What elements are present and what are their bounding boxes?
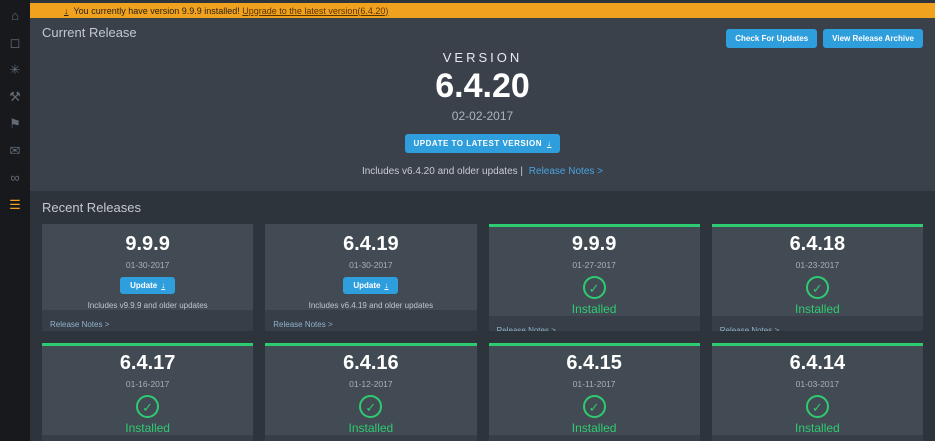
card-date: 01-03-2017 — [712, 379, 923, 389]
release-card: 6.4.16 01-12-2017 ✓ InstalledRelease Notes … — [265, 343, 476, 441]
card-footer: Release Notes > — [265, 435, 476, 441]
check-for-updates-button[interactable]: Check For Updates — [726, 29, 817, 48]
card-footer: Release Notes > — [712, 435, 923, 441]
installed-check-icon: ✓ — [806, 395, 829, 418]
header-buttons: Check For Updates View Release Archive — [726, 29, 923, 48]
card-version: 6.4.18 — [712, 233, 923, 256]
monitor-icon[interactable]: ◻ — [0, 36, 30, 50]
card-date: 01-30-2017 — [42, 260, 253, 270]
release-notes-link[interactable]: Release Notes > — [273, 320, 332, 329]
home-icon[interactable]: ⌂ — [0, 9, 30, 23]
includes-line: Includes v6.4.20 and older updates | Rel… — [42, 166, 923, 177]
release-card: 6.4.15 01-11-2017 ✓ InstalledRelease Notes … — [489, 343, 700, 441]
app-window: ⌂ ◻ ✳ ⚒ ⚑ ✉ ∞ ☰ ↓ You currently have version 9.… — [0, 0, 935, 441]
card-update-label: Update — [353, 281, 380, 290]
installed-check-icon: ✓ — [583, 395, 606, 418]
card-version: 6.4.16 — [265, 352, 476, 375]
installed-check-icon: ✓ — [136, 395, 159, 418]
installed-check-icon: ✓ — [806, 276, 829, 299]
links-icon[interactable]: ∞ — [0, 171, 30, 185]
release-notes-link[interactable]: Release Notes > — [497, 326, 556, 331]
release-card: 9.9.9 01-27-2017 ✓ Installed Release Notes > — [489, 224, 700, 331]
includes-text: Includes v6.4.20 and older updates | — [362, 166, 523, 177]
card-date: 01-23-2017 — [712, 260, 923, 270]
card-body: 6.4.14 01-03-2017 ✓ Installed — [712, 346, 923, 435]
release-notes-link[interactable]: Release Notes > — [529, 166, 603, 177]
current-version-number: 6.4.20 — [42, 67, 923, 106]
sidebar: ⌂ ◻ ✳ ⚒ ⚑ ✉ ∞ ☰ — [0, 0, 30, 441]
card-body: 6.4.18 01-23-2017 ✓ Installed — [712, 227, 923, 316]
update-button-label: UPDATE TO LATEST VERSION — [414, 139, 542, 148]
card-update-label: Update — [130, 281, 157, 290]
card-date: 01-30-2017 — [265, 260, 476, 270]
banner-text: You currently have version 9.9.9 install… — [74, 6, 243, 16]
download-icon: ↓ — [384, 281, 388, 290]
view-release-archive-button[interactable]: View Release Archive — [823, 29, 923, 48]
card-body: 6.4.15 01-11-2017 ✓ Installed — [489, 346, 700, 435]
installed-check-icon: ✓ — [583, 276, 606, 299]
installed-label: Installed — [712, 302, 923, 316]
version-label: VERSION — [42, 50, 923, 65]
recent-releases-title: Recent Releases — [42, 200, 923, 215]
release-card: 6.4.19 01-30-2017 Update ↓ Includes v6.4.19 … — [265, 224, 476, 331]
card-version: 9.9.9 — [42, 233, 253, 256]
installed-label: Installed — [489, 302, 700, 316]
download-icon: ↓ — [547, 139, 552, 148]
upgrade-banner: ↓ You currently have version 9.9.9 insta… — [30, 3, 935, 18]
card-version: 6.4.17 — [42, 352, 253, 375]
download-icon: ↓ — [64, 6, 69, 16]
upgrade-link[interactable]: Upgrade to the latest version(6.4.20) — [242, 6, 388, 16]
card-footer: Release Notes > — [489, 435, 700, 441]
main-content: ↓ You currently have version 9.9.9 insta… — [30, 0, 935, 441]
card-footer: Release Notes > — [712, 316, 923, 331]
card-date: 01-11-2017 — [489, 379, 700, 389]
current-version-block: VERSION 6.4.20 02-02-2017 UPDATE TO LATE… — [42, 50, 923, 177]
release-card: 6.4.18 01-23-2017 ✓ Installed Release Notes … — [712, 224, 923, 331]
card-footer: Release Notes > — [42, 435, 253, 441]
installed-check-icon: ✓ — [359, 395, 382, 418]
release-card: 6.4.14 01-03-2017 ✓ InstalledRelease Notes … — [712, 343, 923, 441]
tools-icon[interactable]: ⚒ — [0, 90, 30, 104]
card-date: 01-16-2017 — [42, 379, 253, 389]
card-version: 9.9.9 — [489, 233, 700, 256]
card-date: 01-12-2017 — [265, 379, 476, 389]
alerts-icon[interactable]: ⚑ — [0, 117, 30, 131]
card-body: 6.4.16 01-12-2017 ✓ Installed — [265, 346, 476, 435]
card-date: 01-27-2017 — [489, 260, 700, 270]
current-release-title: Current Release — [42, 25, 137, 40]
card-includes-text: Includes v6.4.19 and older updates — [265, 301, 476, 310]
card-body: 9.9.9 01-27-2017 ✓ Installed — [489, 227, 700, 316]
card-update-button[interactable]: Update ↓ — [343, 277, 398, 294]
installed-label: Installed — [712, 421, 923, 435]
installed-label: Installed — [42, 421, 253, 435]
card-update-button[interactable]: Update ↓ — [120, 277, 175, 294]
release-card: 9.9.9 01-30-2017 Update ↓ Includes v9.9.9 an… — [42, 224, 253, 331]
current-release-header: Current Release Check For Updates View R… — [42, 25, 923, 48]
network-icon[interactable]: ✳ — [0, 63, 30, 77]
release-card: 6.4.17 01-16-2017 ✓ InstalledRelease Notes … — [42, 343, 253, 441]
current-version-date: 02-02-2017 — [42, 109, 923, 123]
download-icon: ↓ — [161, 281, 165, 290]
card-version: 6.4.14 — [712, 352, 923, 375]
installed-label: Installed — [265, 421, 476, 435]
card-version: 6.4.19 — [265, 233, 476, 256]
installed-label: Installed — [489, 421, 700, 435]
update-to-latest-button[interactable]: UPDATE TO LATEST VERSION ↓ — [405, 134, 561, 153]
current-release-panel: Current Release Check For Updates View R… — [30, 18, 935, 191]
card-body: 6.4.17 01-16-2017 ✓ Installed — [42, 346, 253, 435]
recent-releases-grid: 9.9.9 01-30-2017 Update ↓ Includes v9.9.9 an… — [42, 224, 923, 441]
release-notes-link[interactable]: Release Notes > — [50, 320, 109, 329]
card-version: 6.4.15 — [489, 352, 700, 375]
card-body: 6.4.19 01-30-2017 Update ↓ Includes v6.4.19 … — [265, 227, 476, 310]
updates-icon[interactable]: ☰ — [0, 198, 30, 212]
card-footer: Release Notes > — [265, 310, 476, 331]
messages-icon[interactable]: ✉ — [0, 144, 30, 158]
card-includes-text: Includes v9.9.9 and older updates — [42, 301, 253, 310]
recent-releases-section: Recent Releases 9.9.9 01-30-2017 Update ↓ In… — [30, 191, 935, 441]
card-footer: Release Notes > — [42, 310, 253, 331]
card-footer: Release Notes > — [489, 316, 700, 331]
release-notes-link[interactable]: Release Notes > — [720, 326, 779, 331]
card-body: 9.9.9 01-30-2017 Update ↓ Includes v9.9.9 an… — [42, 227, 253, 310]
